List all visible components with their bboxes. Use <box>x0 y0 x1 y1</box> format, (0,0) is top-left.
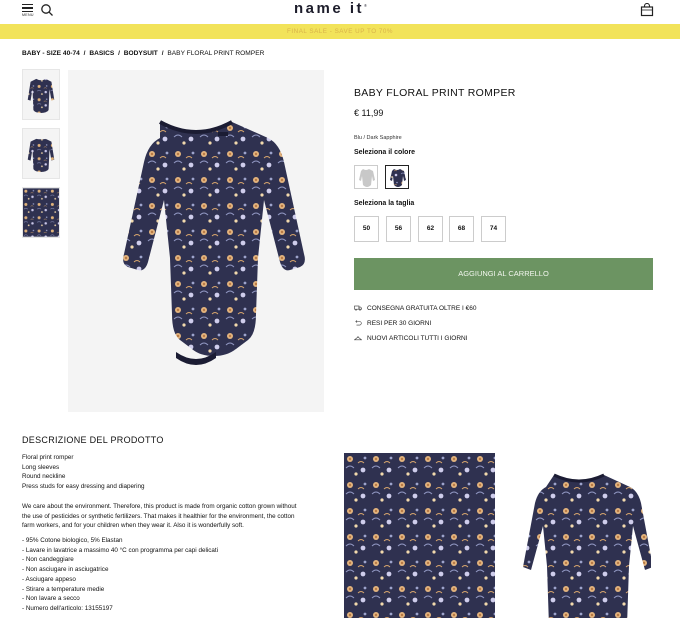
paragraph-line: the use of pesticides or synthetic ferti… <box>22 512 295 520</box>
romper-image <box>123 120 305 365</box>
thumbnail-back[interactable] <box>22 128 60 179</box>
breadcrumb-separator: / <box>161 50 164 57</box>
description-features: Floral print romper Long sleeves Round n… <box>22 453 145 492</box>
hanger-icon <box>354 336 362 341</box>
breadcrumb: BABY - SIZE 40-74 / BASICS / BODYSUIT / … <box>22 50 264 57</box>
fabric-detail-image[interactable] <box>344 453 495 618</box>
breadcrumb-current: BABY FLORAL PRINT ROMPER <box>167 50 265 57</box>
navy-romper-swatch-icon <box>390 169 406 187</box>
breadcrumb-separator: / <box>118 50 120 57</box>
thumbnail-fabric[interactable] <box>22 187 60 238</box>
description-care: - 95% Cotone biologico, 5% Elastan - Lav… <box>22 536 218 614</box>
info-new-arrivals: NUOVI ARTICOLI TUTTI I GIORNI <box>354 335 468 342</box>
promo-banner[interactable]: FINAL SALE - SAVE UP TO 70% <box>0 24 680 39</box>
thumbnail-front[interactable] <box>22 69 60 120</box>
product-title: BABY FLORAL PRINT ROMPER <box>354 87 516 99</box>
info-returns-text: RESI PER 30 GIORNI <box>367 320 432 327</box>
size-selector-label: Seleziona la taglia <box>354 200 415 207</box>
color-selector-label: Seleziona il colore <box>354 149 416 156</box>
return-arrow-icon <box>355 320 362 326</box>
care-line: - 95% Cotone biologico, 5% Elastan <box>22 537 123 544</box>
feature-line: Long sleeves <box>22 463 60 471</box>
hamburger-icon <box>22 4 33 6</box>
info-returns: RESI PER 30 GIORNI <box>354 320 431 327</box>
site-header: MENU name it® <box>0 0 680 24</box>
size-option-50[interactable]: 50 <box>354 216 379 242</box>
care-line: - Non asciugare in asciugatrice <box>22 566 109 574</box>
care-line: - Non lavare a secco <box>22 595 80 603</box>
size-option-62[interactable]: 62 <box>418 216 443 242</box>
size-option-68[interactable]: 68 <box>449 216 474 242</box>
menu-label: MENU <box>22 13 34 17</box>
info-free-shipping: CONSEGNA GRATUITA OLTRE I €60 <box>354 305 476 312</box>
care-line: - Lavare in lavatrice a massimo 40 °C co… <box>22 546 219 554</box>
breadcrumb-item-baby[interactable]: BABY - SIZE 40-74 <box>22 50 80 57</box>
breadcrumb-item-bodysuit[interactable]: BODYSUIT <box>124 50 158 57</box>
logo-mark: ® <box>364 3 370 8</box>
care-line: - Stirare a temperature medie <box>22 585 105 593</box>
add-to-cart-button[interactable]: AGGIUNGI AL CARRELLO <box>354 258 653 290</box>
feature-line: Round neckline <box>22 473 66 481</box>
care-line: - Numero dell'articolo: 13155197 <box>22 604 113 612</box>
breadcrumb-separator: / <box>83 50 86 57</box>
product-thumbnail-back-image <box>23 129 59 178</box>
fabric-pattern-image <box>344 453 495 618</box>
feature-line: Floral print romper <box>22 454 74 461</box>
product-thumbnail-fabric-image <box>23 188 59 237</box>
care-line: - Asciugare appeso <box>22 575 76 583</box>
logo-text: name it <box>294 0 365 17</box>
grey-romper-swatch-icon <box>359 169 375 187</box>
site-logo[interactable]: name it® <box>294 0 369 17</box>
info-new-arrivals-text: NUOVI ARTICOLI TUTTI I GIORNI <box>367 335 468 342</box>
care-line: - Non candeggiare <box>22 556 74 564</box>
breadcrumb-item-basics[interactable]: BASICS <box>89 50 114 57</box>
description-title: DESCRIZIONE DEL PRODOTTO <box>22 435 164 445</box>
color-name: Blu / Dark Sapphire <box>354 135 402 141</box>
truck-icon <box>354 305 362 311</box>
feature-line: Press studs for easy dressing and diaper… <box>22 483 145 491</box>
size-option-56[interactable]: 56 <box>386 216 411 242</box>
romper-secondary-image <box>523 473 651 618</box>
search-icon <box>41 4 53 16</box>
shopping-bag-button[interactable] <box>640 2 654 17</box>
product-main-image[interactable] <box>68 70 324 412</box>
product-thumbnail-front-image <box>23 70 59 119</box>
color-swatch-dark-sapphire[interactable] <box>385 165 409 189</box>
color-swatch-grey[interactable] <box>354 165 378 189</box>
info-free-shipping-text: CONSEGNA GRATUITA OLTRE I €60 <box>367 305 477 312</box>
search-button[interactable] <box>40 3 54 17</box>
size-option-74[interactable]: 74 <box>481 216 506 242</box>
paragraph-line: We care about the environment. Therefore… <box>22 503 297 510</box>
product-price: € 11,99 <box>354 108 384 118</box>
shopping-bag-icon <box>640 2 654 17</box>
paragraph-line: farm workers, and for your children when… <box>22 522 244 530</box>
hamburger-icon-bar <box>22 7 33 9</box>
product-secondary-image[interactable] <box>508 453 651 618</box>
description-paragraph: We care about the environment. Therefore… <box>22 502 297 531</box>
promo-text: FINAL SALE - SAVE UP TO 70% <box>287 28 393 35</box>
